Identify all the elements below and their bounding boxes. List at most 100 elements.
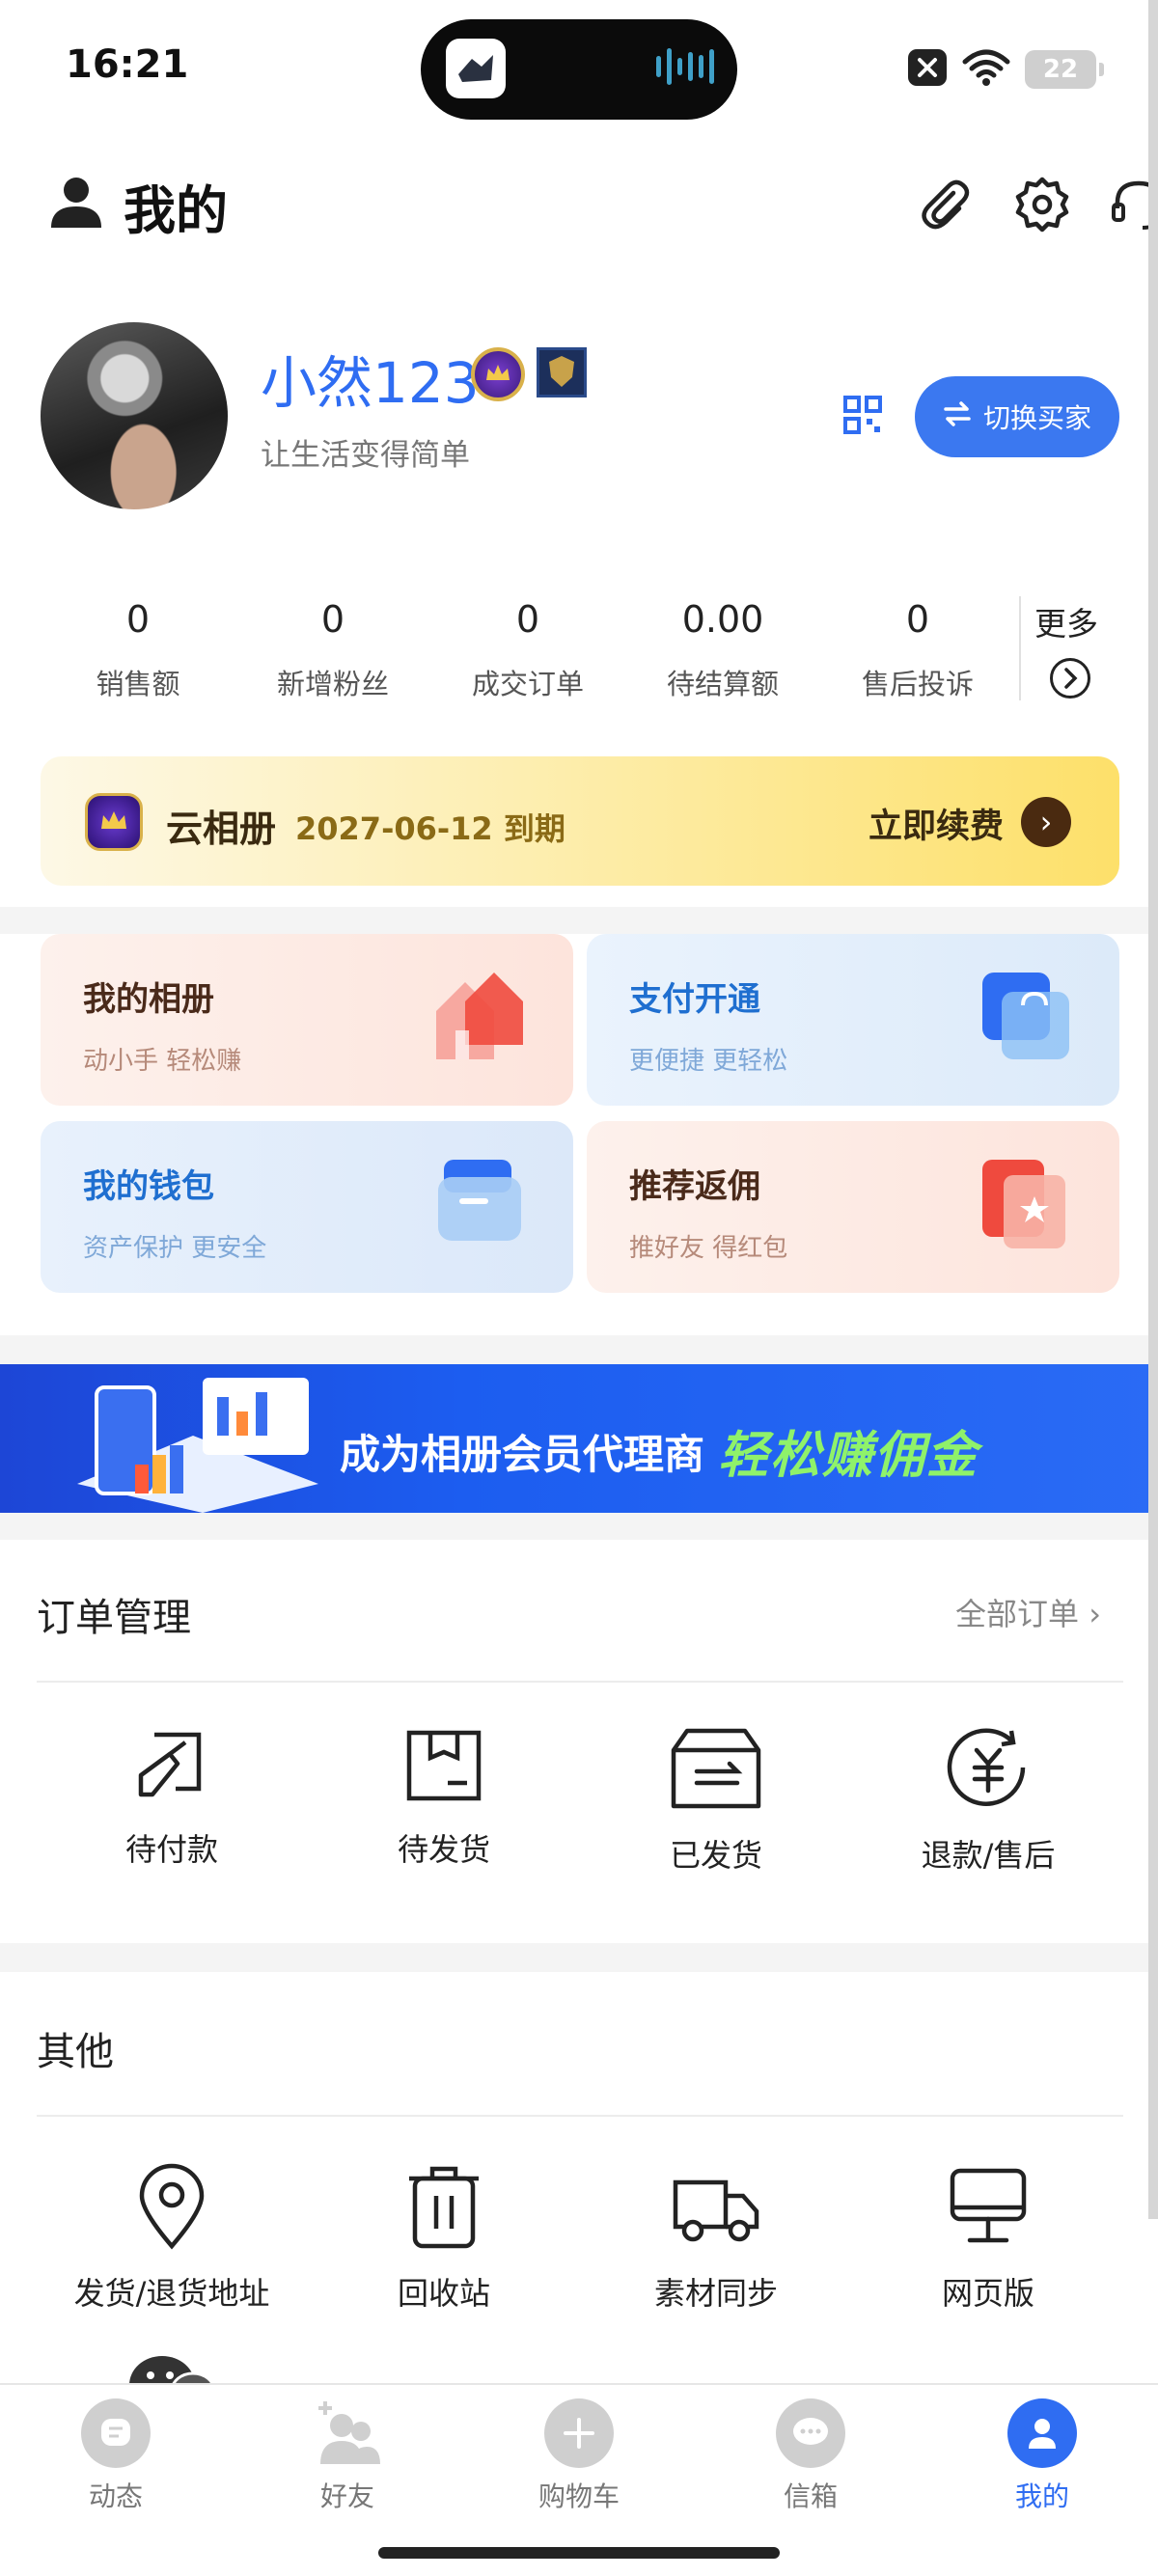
person-icon — [48, 174, 104, 233]
stat-value: 0.00 — [681, 598, 764, 641]
renew-now-link[interactable]: 立即续费 — [868, 799, 1004, 848]
chevron-right-icon: › — [1089, 1596, 1101, 1632]
tab-label: 好友 — [319, 2480, 374, 2512]
shipped-icon — [668, 1728, 764, 1816]
others-recycle-bin[interactable]: 回收站 — [328, 2163, 560, 2314]
promo-text-highlight: 轻松赚佣金 — [718, 1427, 979, 1485]
stat-label: 销售额 — [96, 668, 180, 700]
message-icon — [776, 2398, 845, 2468]
chevron-right-icon[interactable]: › — [1021, 797, 1071, 847]
stat-label: 新增粉丝 — [276, 668, 389, 700]
others-divider — [37, 2115, 1123, 2117]
orders-section-title: 订单管理 — [37, 1596, 191, 1640]
tab-cart[interactable]: 购物车 — [502, 2398, 656, 2514]
vip-expiry-date: 2027-06-12 到期 — [295, 810, 565, 847]
order-pending-payment[interactable]: 待付款 — [56, 1725, 288, 1870]
settings-gear-icon[interactable] — [1013, 176, 1071, 237]
order-shipped[interactable]: 已发货 — [600, 1725, 832, 1876]
stat-value: 0 — [320, 598, 345, 641]
switch-buyer-label: 切换买家 — [982, 402, 1091, 434]
others-address[interactable]: 发货/退货地址 — [56, 2163, 288, 2314]
card-my-wallet[interactable]: 我的钱包 资产保护 更安全 — [41, 1121, 573, 1293]
app-thumbnail-icon — [446, 39, 506, 98]
moments-icon — [81, 2398, 151, 2468]
section-divider — [0, 1335, 1158, 1364]
avatar[interactable] — [41, 322, 228, 509]
order-item-label: 待发货 — [397, 1831, 490, 1868]
promo-text-main: 成为相册会员代理商 — [340, 1431, 705, 1478]
others-item-label: 发货/退货地址 — [73, 2275, 270, 2312]
tab-inbox[interactable]: 信箱 — [733, 2398, 888, 2514]
monitor-icon — [945, 2168, 1032, 2254]
stat-label: 待结算额 — [666, 668, 779, 700]
stat-value: 0 — [125, 598, 151, 641]
star-ticket-icon — [973, 1150, 1079, 1260]
header-actions — [917, 176, 1158, 237]
switch-arrows-icon — [943, 400, 972, 433]
truck-icon — [670, 2179, 762, 2254]
stats-divider — [1019, 596, 1021, 700]
page-title: 我的 — [124, 180, 228, 241]
stat-new-fans[interactable]: 0 新增粉丝 — [251, 598, 415, 702]
scrollbar[interactable] — [1148, 0, 1158, 2219]
order-item-label: 待付款 — [124, 1831, 218, 1868]
order-pending-shipment[interactable]: 待发货 — [328, 1725, 560, 1870]
card-referral-commission[interactable]: 推荐返佣 推好友 得红包 — [587, 1121, 1119, 1293]
status-time: 16:21 — [66, 42, 189, 87]
others-web-version[interactable]: 网页版 — [872, 2163, 1104, 2314]
audio-wave-icon — [656, 48, 714, 85]
tab-label: 动态 — [88, 2480, 143, 2512]
orders-divider — [37, 1681, 1123, 1683]
stats-more-label[interactable]: 更多 — [1034, 598, 1098, 644]
stat-pending-settlement[interactable]: 0.00 待结算额 — [641, 598, 805, 702]
others-item-label: 素材同步 — [653, 2275, 778, 2312]
all-orders-label: 全部订单 — [955, 1596, 1080, 1632]
status-icons: 22 — [907, 48, 1104, 91]
others-item-label: 回收站 — [397, 2275, 490, 2312]
chevron-right-circle-icon[interactable] — [1050, 658, 1090, 699]
vip-crown-icon — [85, 793, 143, 851]
tab-me[interactable]: 我的 — [965, 2398, 1119, 2514]
location-pin-icon — [138, 2163, 206, 2254]
stat-value: 0 — [515, 598, 540, 641]
refund-icon — [940, 1728, 1036, 1816]
order-item-label: 退款/售后 — [921, 1837, 1056, 1874]
tab-label: 信箱 — [783, 2480, 838, 2512]
others-item-label: 网页版 — [941, 2275, 1034, 2312]
qr-code-icon[interactable] — [843, 396, 882, 438]
close-notification-icon — [907, 48, 948, 91]
stat-complaints[interactable]: 0 售后投诉 — [836, 598, 1000, 702]
order-refund-aftersale[interactable]: 退款/售后 — [872, 1725, 1104, 1876]
stat-orders[interactable]: 0 成交订单 — [446, 598, 610, 702]
house-album-icon — [427, 963, 533, 1073]
tab-friends[interactable]: 好友 — [270, 2398, 425, 2514]
stat-sales[interactable]: 0 销售额 — [56, 598, 220, 702]
all-orders-link[interactable]: 全部订单 › — [955, 1590, 1101, 1634]
stat-label: 售后投诉 — [861, 668, 974, 700]
profile-icon — [1007, 2398, 1077, 2468]
attachment-icon[interactable] — [917, 176, 975, 237]
others-material-sync[interactable]: 素材同步 — [600, 2163, 832, 2314]
username: 小然123 — [261, 350, 480, 416]
promo-illustration-icon — [77, 1378, 318, 1513]
wallet-icon — [427, 1150, 533, 1260]
tab-moments[interactable]: 动态 — [39, 2398, 193, 2514]
battery-icon: 22 — [1025, 50, 1104, 89]
section-divider — [0, 907, 1158, 934]
shopping-bag-icon — [973, 963, 1079, 1073]
profile-slogan: 让生活变得简单 — [261, 438, 470, 473]
vip-title: 云相册 — [166, 808, 277, 850]
stat-value: 0 — [905, 598, 930, 641]
plus-icon — [544, 2398, 614, 2468]
others-section-title: 其他 — [37, 2030, 114, 2074]
switch-buyer-button[interactable]: 切换买家 — [915, 376, 1119, 457]
card-payment-open[interactable]: 支付开通 更便捷 更轻松 — [587, 934, 1119, 1106]
tab-label: 我的 — [1014, 2480, 1069, 2512]
level-badge-icon — [537, 347, 587, 397]
section-divider — [0, 1943, 1158, 1972]
wifi-icon — [961, 48, 1011, 91]
home-indicator — [378, 2547, 780, 2559]
box-icon — [403, 1730, 484, 1810]
card-my-album[interactable]: 我的相册 动小手 轻松赚 — [41, 934, 573, 1106]
stat-label: 成交订单 — [471, 668, 584, 700]
